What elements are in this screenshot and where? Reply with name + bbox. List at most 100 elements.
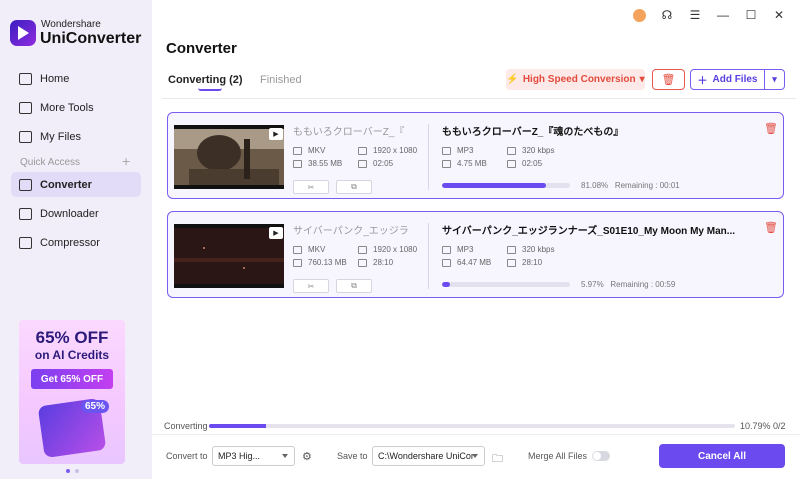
output-duration: 02:05 xyxy=(507,159,542,168)
plus-icon: ＋ xyxy=(697,76,708,87)
overall-progress-bar xyxy=(209,424,735,428)
sidebar-item-downloader[interactable]: Downloader xyxy=(11,201,141,226)
convert-to-select[interactable]: MP3 Hig... xyxy=(212,446,295,466)
minimize-icon[interactable]: — xyxy=(716,8,730,22)
folder-icon xyxy=(293,159,302,168)
trash-icon: 🗑 xyxy=(661,74,676,86)
sidebar-item-label: More Tools xyxy=(40,101,94,114)
converter-icon xyxy=(19,178,32,191)
settings-icon[interactable]: ⚙ xyxy=(302,450,312,463)
output-format: MP3 xyxy=(442,245,473,254)
promo-banner[interactable]: 65% OFF on AI Credits Get 65% OFF 65% xyxy=(19,320,125,464)
promo-headline: 65% OFF xyxy=(35,328,109,347)
delete-task-icon[interactable]: 🗑 xyxy=(764,221,778,234)
add-files-label: Add Files xyxy=(712,74,758,85)
source-resolution: 1920 x 1080 xyxy=(358,245,417,254)
sidebar-item-label: Compressor xyxy=(40,236,100,249)
save-to-select[interactable]: C:\Wondershare UniCor xyxy=(372,446,485,466)
avatar[interactable] xyxy=(633,8,646,22)
promo-badge: 65% xyxy=(81,400,110,413)
high-speed-conversion-button[interactable]: ⚡ High Speed Conversion ▾ xyxy=(506,69,645,90)
trim-button[interactable]: ✂ xyxy=(293,279,329,293)
video-thumbnail: ▶ xyxy=(174,224,284,288)
maximize-icon[interactable]: ☐ xyxy=(744,8,758,22)
menu-icon[interactable]: ☰ xyxy=(688,8,702,22)
quick-access-label: Quick Access xyxy=(20,157,81,168)
play-icon[interactable]: ▶ xyxy=(269,227,283,239)
divider xyxy=(428,124,429,190)
sidebar-item-compressor[interactable]: Compressor xyxy=(11,230,141,255)
tab-converting[interactable]: Converting (2) xyxy=(168,74,243,86)
task-progress-bar xyxy=(442,282,570,287)
bitrate-icon xyxy=(507,146,516,155)
output-duration: 28:10 xyxy=(507,258,542,267)
delete-task-icon[interactable]: 🗑 xyxy=(764,122,778,135)
thumbnail-image xyxy=(174,228,284,284)
output-bitrate: 320 kbps xyxy=(507,245,554,254)
add-files-button[interactable]: ＋ Add Files ▾ xyxy=(690,69,785,90)
task-card[interactable]: ▶ ももいろクローバーZ_『 MKV 1920 x 1080 38.55 MB … xyxy=(167,112,784,199)
save-to-label: Save to xyxy=(337,451,368,461)
edit-button[interactable]: ⧉ xyxy=(336,279,372,293)
source-file-name: サイバーパンク_エッジラ xyxy=(293,226,409,237)
support-headset-icon[interactable]: ☊ xyxy=(660,8,674,22)
output-file-name: サイバーパンク_エッジランナーズ_S01E10_My Moon My Man..… xyxy=(442,226,736,237)
downloader-icon xyxy=(19,207,32,220)
sidebar-item-label: Home xyxy=(40,72,70,85)
edit-icon: ⧉ xyxy=(351,281,357,290)
overall-progress-label: Converting xyxy=(164,421,208,431)
video-thumbnail: ▶ xyxy=(174,125,284,189)
sidebar-item-more-tools[interactable]: More Tools xyxy=(11,95,141,120)
home-icon xyxy=(19,72,32,85)
sidebar-item-home[interactable]: Home xyxy=(11,66,141,91)
scissors-icon: ✂ xyxy=(307,281,315,291)
sidebar: Wondershare UniConverter Home More Tools… xyxy=(0,0,152,479)
output-bitrate: 320 kbps xyxy=(507,146,554,155)
delete-all-button[interactable]: 🗑 xyxy=(652,69,685,90)
trim-button[interactable]: ✂ xyxy=(293,180,329,194)
output-format: MP3 xyxy=(442,146,473,155)
folder-icon xyxy=(293,258,302,267)
source-resolution: 1920 x 1080 xyxy=(358,146,417,155)
source-format: MKV xyxy=(293,245,325,254)
clock-icon xyxy=(507,258,516,267)
folder-open-icon[interactable]: 🗀 xyxy=(492,450,503,469)
task-progress-bar xyxy=(442,183,570,188)
lightning-icon: ⚡ xyxy=(506,74,519,85)
folder-icon xyxy=(442,258,451,267)
carousel-dots[interactable] xyxy=(66,469,79,473)
task-card[interactable]: ▶ サイバーパンク_エッジラ MKV 1920 x 1080 760.13 MB… xyxy=(167,211,784,298)
thumbnail-image xyxy=(174,129,284,185)
add-files-dropdown-icon[interactable]: ▾ xyxy=(764,70,784,89)
clock-icon xyxy=(358,258,367,267)
divider xyxy=(428,223,429,289)
active-tab-indicator xyxy=(198,88,222,91)
source-size: 38.55 MB xyxy=(293,159,342,168)
source-duration: 02:05 xyxy=(358,159,393,168)
output-size: 4.75 MB xyxy=(442,159,487,168)
cancel-all-button[interactable]: Cancel All xyxy=(659,444,785,468)
brand-small: Wondershare xyxy=(41,19,101,30)
sidebar-item-converter[interactable]: Converter xyxy=(11,172,141,197)
chevron-down-icon: ▾ xyxy=(639,74,645,85)
compressor-icon xyxy=(19,236,32,249)
source-format: MKV xyxy=(293,146,325,155)
video-format-icon xyxy=(293,146,302,155)
sidebar-item-label: My Files xyxy=(40,130,81,143)
promo-button[interactable]: Get 65% OFF xyxy=(31,369,113,389)
add-quick-access-icon[interactable]: + xyxy=(122,153,130,169)
sidebar-item-my-files[interactable]: My Files xyxy=(11,124,141,149)
convert-to-label: Convert to xyxy=(166,451,208,461)
clock-icon xyxy=(507,159,516,168)
edit-button[interactable]: ⧉ xyxy=(336,180,372,194)
title-bar-controls: ☊ ☰ — ☐ ✕ xyxy=(633,8,786,22)
bitrate-icon xyxy=(507,245,516,254)
source-size: 760.13 MB xyxy=(293,258,347,267)
play-icon[interactable]: ▶ xyxy=(269,128,283,140)
merge-all-label: Merge All Files xyxy=(528,451,588,461)
task-progress-text: 5.97% Remaining : 00:59 xyxy=(581,280,676,289)
merge-all-toggle[interactable] xyxy=(592,451,610,461)
close-icon[interactable]: ✕ xyxy=(772,8,786,22)
tab-finished[interactable]: Finished xyxy=(260,74,302,86)
clock-icon xyxy=(358,159,367,168)
